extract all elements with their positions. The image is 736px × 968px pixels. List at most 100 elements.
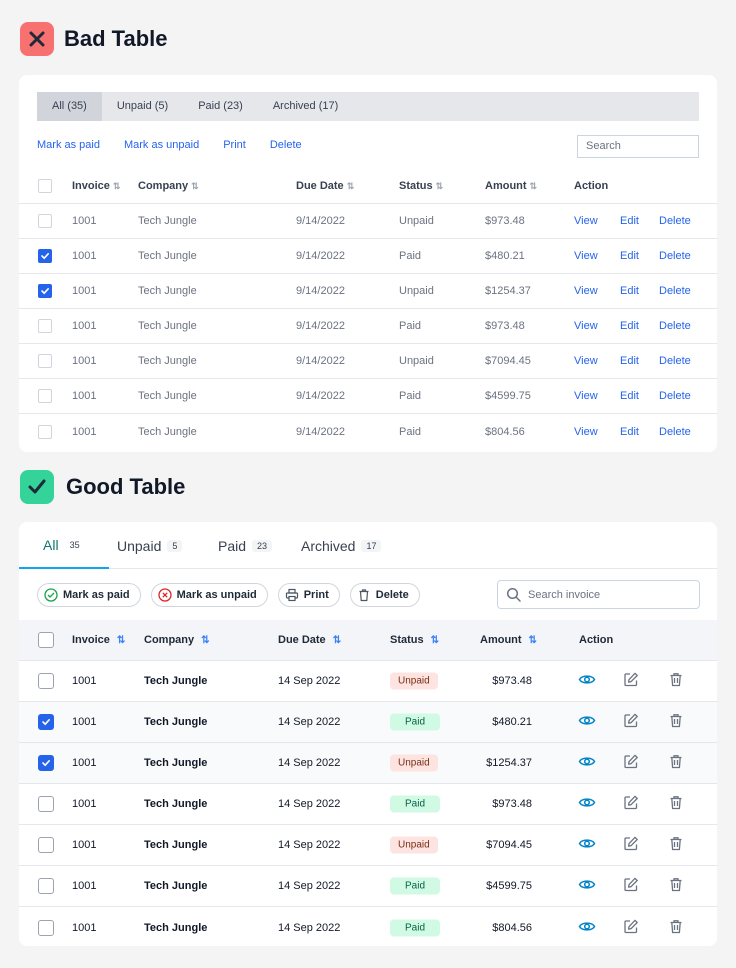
- edit-icon[interactable]: [623, 877, 639, 896]
- row-checkbox[interactable]: [38, 837, 54, 853]
- delete-button[interactable]: Delete: [349, 583, 420, 607]
- good-table-row: 1001 Tech Jungle 14 Sep 2022 Unpaid $1254.37: [19, 743, 717, 784]
- edit-icon[interactable]: [623, 672, 639, 691]
- sort-icon: ⇅: [346, 181, 355, 191]
- bad-col-invoice[interactable]: Invoice ⇅: [72, 180, 120, 192]
- status-cell: Paid: [399, 390, 422, 402]
- row-checkbox[interactable]: [38, 796, 54, 812]
- edit-icon[interactable]: [623, 754, 639, 773]
- trash-icon[interactable]: [668, 672, 684, 691]
- bad-mark-unpaid-link[interactable]: Mark as unpaid: [124, 139, 199, 151]
- trash-icon[interactable]: [668, 795, 684, 814]
- row-checkbox[interactable]: [38, 919, 54, 936]
- row-checkbox[interactable]: [38, 284, 52, 298]
- eye-icon[interactable]: [578, 917, 596, 938]
- amount-cell: $480.21: [492, 716, 532, 728]
- view-link[interactable]: View: [574, 390, 598, 402]
- view-link[interactable]: View: [574, 215, 598, 227]
- company-cell: Tech Jungle: [138, 250, 197, 262]
- bad-delete-link[interactable]: Delete: [270, 139, 302, 151]
- company-cell: Tech Jungle: [144, 798, 208, 810]
- row-checkbox[interactable]: [38, 755, 54, 771]
- good-tab-all[interactable]: All 35: [19, 522, 109, 569]
- trash-icon[interactable]: [668, 918, 684, 937]
- eye-icon[interactable]: [578, 794, 596, 815]
- trash-icon[interactable]: [668, 877, 684, 896]
- edit-link[interactable]: Edit: [620, 215, 639, 227]
- good-col-due[interactable]: Due Date ⇅: [278, 634, 341, 646]
- edit-link[interactable]: Edit: [620, 320, 639, 332]
- delete-link[interactable]: Delete: [659, 215, 691, 227]
- view-link[interactable]: View: [574, 426, 598, 438]
- good-col-amount[interactable]: Amount ⇅: [480, 634, 537, 646]
- invoice-cell: 1001: [72, 320, 97, 332]
- edit-link[interactable]: Edit: [620, 390, 639, 402]
- row-checkbox[interactable]: [38, 319, 52, 333]
- edit-icon[interactable]: [623, 713, 639, 732]
- bad-col-amount[interactable]: Amount ⇅: [485, 180, 537, 192]
- trash-icon[interactable]: [668, 836, 684, 855]
- row-checkbox[interactable]: [38, 714, 54, 730]
- good-col-status[interactable]: Status ⇅: [390, 634, 439, 646]
- good-select-all-checkbox[interactable]: [38, 632, 54, 648]
- eye-icon[interactable]: [578, 876, 596, 897]
- good-table-row: 1001 Tech Jungle 14 Sep 2022 Paid $973.48: [19, 784, 717, 825]
- eye-icon[interactable]: [578, 835, 596, 856]
- bad-search-input[interactable]: Search: [577, 135, 699, 158]
- good-tab-paid[interactable]: Paid 23: [218, 522, 273, 569]
- status-badge: Unpaid: [390, 754, 438, 772]
- trash-icon[interactable]: [668, 754, 684, 773]
- eye-icon[interactable]: [578, 712, 596, 733]
- bad-tab-archived[interactable]: Archived (17): [258, 92, 353, 121]
- delete-link[interactable]: Delete: [659, 320, 691, 332]
- bad-table-row: 1001 Tech Jungle 9/14/2022 Paid $804.56 View E…: [19, 414, 717, 449]
- bad-tab-all[interactable]: All (35): [37, 92, 102, 121]
- edit-link[interactable]: Edit: [620, 285, 639, 297]
- row-checkbox[interactable]: [38, 424, 52, 439]
- eye-icon[interactable]: [578, 753, 596, 774]
- edit-link[interactable]: Edit: [620, 355, 639, 367]
- good-col-company[interactable]: Company ⇅: [144, 634, 210, 646]
- bad-print-link[interactable]: Print: [223, 139, 246, 151]
- row-checkbox[interactable]: [38, 214, 52, 228]
- amount-cell: $973.48: [485, 215, 525, 227]
- edit-icon[interactable]: [623, 918, 639, 937]
- view-link[interactable]: View: [574, 250, 598, 262]
- edit-link[interactable]: Edit: [620, 426, 639, 438]
- mark-paid-button[interactable]: Mark as paid: [37, 583, 141, 607]
- mark-unpaid-button[interactable]: Mark as unpaid: [150, 583, 268, 607]
- bad-tab-unpaid[interactable]: Unpaid (5): [102, 92, 183, 121]
- good-tab-archived[interactable]: Archived 17: [301, 522, 382, 569]
- view-link[interactable]: View: [574, 285, 598, 297]
- print-button[interactable]: Print: [277, 583, 340, 607]
- bad-col-status[interactable]: Status ⇅: [399, 180, 443, 192]
- bad-select-all-checkbox[interactable]: [38, 179, 52, 193]
- delete-link[interactable]: Delete: [659, 426, 691, 438]
- row-checkbox[interactable]: [38, 249, 52, 263]
- bad-tab-paid[interactable]: Paid (23): [183, 92, 258, 121]
- edit-icon[interactable]: [623, 795, 639, 814]
- row-checkbox[interactable]: [38, 878, 54, 894]
- delete-link[interactable]: Delete: [659, 390, 691, 402]
- view-link[interactable]: View: [574, 320, 598, 332]
- edit-icon[interactable]: [623, 836, 639, 855]
- bad-mark-paid-link[interactable]: Mark as paid: [37, 139, 100, 151]
- delete-link[interactable]: Delete: [659, 355, 691, 367]
- delete-link[interactable]: Delete: [659, 250, 691, 262]
- good-table-row: 1001 Tech Jungle 14 Sep 2022 Unpaid $7094.45: [19, 825, 717, 866]
- amount-cell: $1254.37: [486, 757, 532, 769]
- good-col-invoice[interactable]: Invoice ⇅: [72, 634, 125, 646]
- delete-link[interactable]: Delete: [659, 285, 691, 297]
- trash-icon[interactable]: [668, 713, 684, 732]
- edit-link[interactable]: Edit: [620, 250, 639, 262]
- good-tab-unpaid[interactable]: Unpaid 5: [117, 522, 183, 569]
- row-checkbox[interactable]: [38, 673, 54, 689]
- row-checkbox[interactable]: [38, 389, 52, 403]
- view-link[interactable]: View: [574, 355, 598, 367]
- good-table-row: 1001 Tech Jungle 14 Sep 2022 Paid $804.56: [19, 907, 717, 948]
- bad-col-company[interactable]: Company ⇅: [138, 180, 199, 192]
- eye-icon[interactable]: [578, 671, 596, 692]
- good-search-input[interactable]: Search invoice: [497, 580, 700, 609]
- bad-col-due[interactable]: Due Date ⇅: [296, 180, 354, 192]
- row-checkbox[interactable]: [38, 354, 52, 368]
